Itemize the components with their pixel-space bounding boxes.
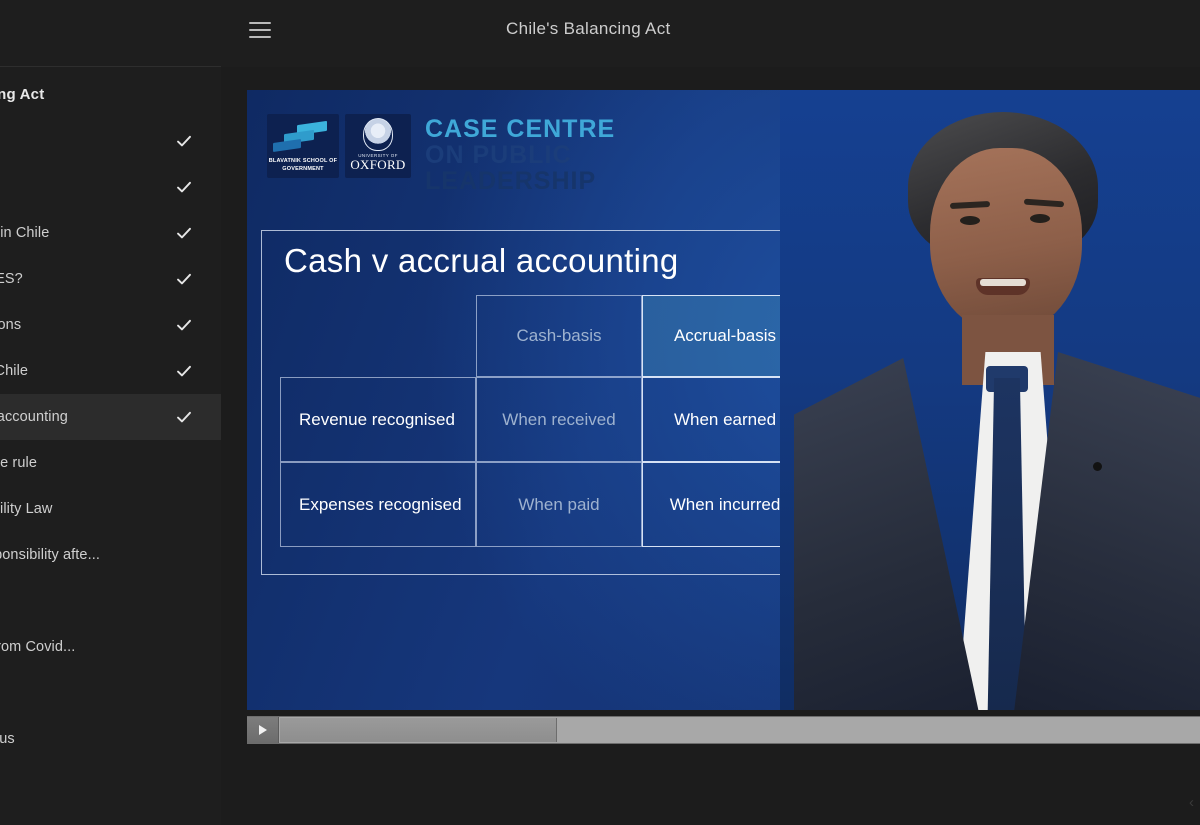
sidebar-item[interactable]: Outcome	[0, 762, 221, 808]
sidebar-item[interactable]: Structural Balance rule	[0, 440, 221, 486]
sidebar-item[interactable]: Fiscal pressure from Covid...	[0, 624, 221, 670]
sidebar-header	[0, 0, 221, 67]
presenter-lapel-mic	[1093, 462, 1102, 471]
sidebar-item[interactable]	[0, 578, 221, 624]
sidebar-item-label: Fiscal history of Chile	[0, 363, 29, 379]
course-sidebar: Chile's Balancing Act Chile's resources F…	[0, 0, 221, 825]
sidebar-item[interactable]: Fiscal history of Chile	[0, 348, 221, 394]
sidebar-item-label: Outcome	[0, 777, 178, 793]
case-centre-line2: ON PUBLIC	[425, 141, 572, 169]
play-triangle	[258, 725, 267, 735]
page-title: Chile's Balancing Act	[506, 19, 671, 38]
scrollbar-thumb[interactable]	[280, 718, 557, 742]
presenter-eye	[1030, 214, 1050, 223]
sidebar-item-label: Budget assumptions	[0, 317, 22, 333]
check-icon	[176, 271, 192, 287]
sidebar-item[interactable]	[0, 118, 221, 164]
sidebar-item[interactable]: Cash vs accrual accounting	[0, 394, 221, 440]
check-icon	[176, 179, 192, 195]
video-player[interactable]: BLAVATNIK SCHOOL OF GOVERNMENT BLAVATNIK…	[247, 90, 1200, 710]
row-label-expenses: Expenses recognised	[280, 462, 476, 547]
presenter-face	[930, 148, 1082, 333]
sidebar-item-label: What are the FEES?	[0, 271, 23, 287]
check-icon	[176, 317, 192, 333]
sidebar-item[interactable]: Chile's resources	[0, 164, 221, 210]
play-icon[interactable]	[247, 717, 279, 743]
sidebar-item[interactable]: What are the FEES?	[0, 256, 221, 302]
presenter-video-figure	[780, 90, 1200, 710]
check-icon	[176, 133, 192, 149]
sidebar-item-label: Building consensus	[0, 731, 15, 747]
sidebar-item-label: Cash vs accrual accounting	[0, 409, 68, 425]
slide-title: Cash v accrual accounting	[284, 242, 679, 279]
presenter-teeth	[980, 279, 1026, 286]
sidebar-item-label: Chile's resources	[0, 179, 178, 195]
oxford-name-text: OXFORD	[350, 157, 406, 172]
chevron-left-icon[interactable]: ‹	[1189, 794, 1194, 811]
logo-lockup: BLAVATNIK SCHOOL OF GOVERNMENT UNIVERSIT…	[267, 114, 615, 194]
check-icon	[176, 409, 192, 425]
hamburger-line	[249, 22, 271, 24]
sidebar-item[interactable]: Chile's fiscal responsibility afte...	[0, 532, 221, 578]
app-root: Chile's Balancing Act Chile's resources F…	[0, 0, 1200, 825]
sidebar-item-label: Fiscal Responsibility Law	[0, 501, 53, 517]
check-icon	[176, 363, 192, 379]
content-stage: BLAVATNIK SCHOOL OF GOVERNMENT BLAVATNIK…	[221, 67, 1200, 825]
hamburger-line	[249, 36, 271, 38]
oxford-crest-icon	[363, 118, 393, 151]
column-header-cash: Cash-basis	[476, 295, 642, 377]
row-label-revenue: Revenue recognised	[280, 377, 476, 462]
case-centre-line3: LEADERSHIP	[425, 167, 597, 195]
cell-expenses-cash: When paid	[476, 462, 642, 547]
sidebar-item[interactable]: Fiscal objectives in Chile	[0, 210, 221, 256]
oxford-logo: UNIVERSITY OF OXFORD	[345, 114, 411, 178]
sidebar-course-title: Chile's Balancing Act	[0, 86, 45, 103]
sidebar-item-label: Fiscal pressure from Covid...	[0, 639, 76, 655]
sidebar-item[interactable]: Building consensus	[0, 716, 221, 762]
sidebar-item-label: Budget proposal	[0, 685, 178, 701]
sidebar-nav-list[interactable]: Chile's resources Fiscal objectives in Ch…	[0, 118, 221, 808]
presenter-eye	[960, 216, 980, 225]
cell-revenue-cash: When received	[476, 377, 642, 462]
sidebar-item[interactable]: Budget assumptions	[0, 302, 221, 348]
case-centre-logo: CASE CENTRE ON PUBLIC LEADERSHIP	[425, 116, 615, 194]
logo-bar	[273, 139, 301, 152]
sidebar-item[interactable]: Budget proposal	[0, 670, 221, 716]
blavatnik-logo: BLAVATNIK SCHOOL OF GOVERNMENT	[267, 114, 339, 178]
case-centre-line1: CASE CENTRE	[425, 115, 616, 143]
blavatnik-logo-text: BLAVATNIK SCHOOL OF GOVERNMENT	[268, 157, 338, 172]
check-icon	[176, 225, 192, 241]
horizontal-scrollbar[interactable]	[247, 716, 1200, 744]
hamburger-icon[interactable]	[249, 22, 271, 38]
hamburger-line	[249, 29, 271, 31]
sidebar-item-label: Fiscal objectives in Chile	[0, 225, 50, 241]
top-header: Chile's Balancing Act	[221, 0, 1200, 67]
sidebar-item-label: Structural Balance rule	[0, 455, 37, 471]
sidebar-item[interactable]: Fiscal Responsibility Law	[0, 486, 221, 532]
sidebar-item-label: Chile's fiscal responsibility afte...	[0, 547, 100, 563]
